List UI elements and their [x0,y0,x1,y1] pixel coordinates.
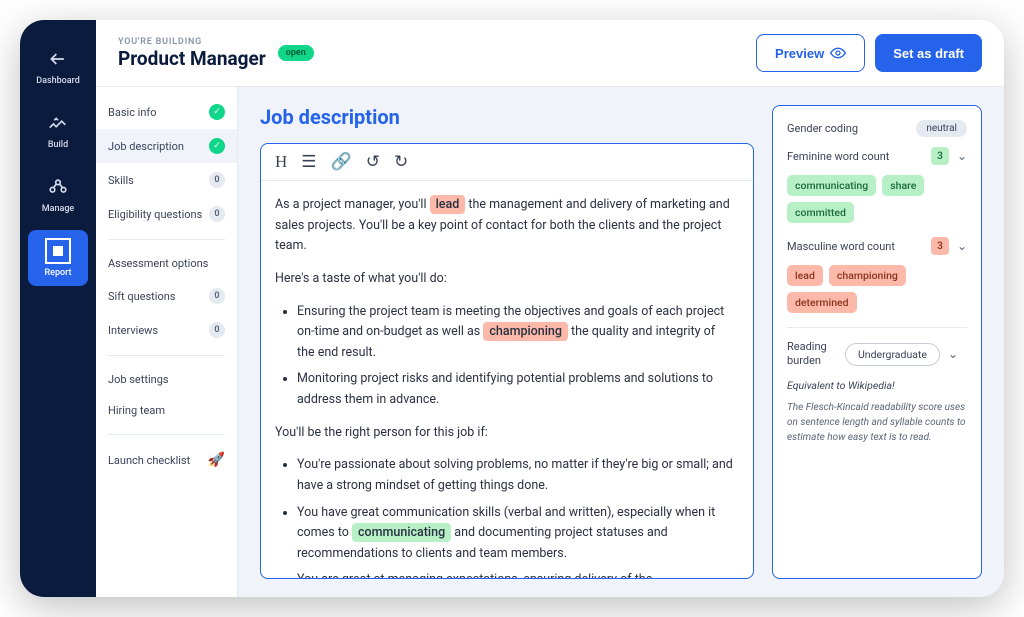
nav-label: Dashboard [36,76,80,86]
step-basic-info[interactable]: Basic info ✓ [96,95,237,129]
step-label: Eligibility questions [108,208,202,221]
check-icon: ✓ [209,104,225,120]
button-label: Preview [775,46,824,61]
nav-dashboard[interactable]: Dashboard [28,38,88,94]
side-navigation: Dashboard Build Manage Report [20,20,96,597]
step-job-description[interactable]: Job description ✓ [96,129,237,163]
undo-tool[interactable]: ↺ [366,152,380,172]
word-tag: share [882,175,924,196]
highlight-masculine: championing [483,322,568,341]
divider [108,434,225,435]
editor-content[interactable]: As a project manager, you'll lead the ma… [261,181,753,578]
divider [787,327,967,328]
step-label: Assessment options [108,257,208,270]
feminine-tags: communicating share committed [787,175,967,223]
nav-label: Build [48,140,68,150]
nav-manage[interactable]: Manage [28,166,88,222]
word-tag: championing [829,265,906,286]
count-badge: 0 [209,206,225,222]
text: You are great at managing expectations, … [297,570,733,578]
step-launch[interactable]: Launch checklist 🚀 [96,443,237,477]
feminine-count-value: 3 [931,147,949,165]
redo-tool[interactable]: ↻ [394,152,408,172]
people-icon [45,174,71,200]
chevron-down-icon[interactable]: ⌄ [957,149,967,163]
masculine-count-label: Masculine word count [787,240,923,253]
text: As a project manager, you'll [275,197,430,212]
masculine-count-value: 3 [931,237,949,255]
highlight-masculine: lead [430,195,466,214]
reading-burden-value: Undergraduate [845,343,940,366]
step-hiring-team[interactable]: Hiring team [96,395,237,426]
reading-note: Equivalent to Wikipedia! [787,379,967,392]
step-label: Job settings [108,373,169,386]
preview-button[interactable]: Preview [756,34,865,72]
rocket-icon: 🚀 [208,452,225,468]
step-eligibility[interactable]: Eligibility questions 0 [96,197,237,231]
reading-description: The Flesch-Kincaid readability score use… [787,400,967,445]
eyebrow-text: YOU'RE BUILDING [118,37,266,47]
status-badge: open [278,45,314,61]
step-label: Launch checklist [108,454,190,467]
step-interviews[interactable]: Interviews 0 [96,313,237,347]
heading-tool[interactable]: H [275,152,287,172]
count-badge: 0 [209,322,225,338]
chevron-down-icon[interactable]: ⌄ [957,239,967,253]
gender-coding-label: Gender coding [787,122,908,135]
step-job-settings[interactable]: Job settings [96,364,237,395]
analysis-panel: Gender coding neutral Feminine word coun… [772,105,982,579]
count-badge: 0 [209,288,225,304]
nav-label: Report [44,268,71,278]
set-as-draft-button[interactable]: Set as draft [875,34,982,72]
editor-container: H ☰ 🔗 ↺ ↻ As a project manager, you'll l… [260,143,754,579]
back-arrow-icon [45,46,71,72]
divider [108,239,225,240]
count-badge: 0 [209,172,225,188]
chevron-down-icon[interactable]: ⌄ [948,347,958,361]
word-tag: communicating [787,175,876,196]
text: Monitoring project risks and identifying… [297,369,733,410]
step-skills[interactable]: Skills 0 [96,163,237,197]
reading-burden-label: Reading burden [787,340,837,369]
top-bar: YOU'RE BUILDING Product Manager open Pre… [96,20,1004,87]
highlight-feminine: communicating [352,523,451,542]
step-label: Interviews [108,324,158,337]
divider [108,355,225,356]
steps-sidebar: Basic info ✓ Job description ✓ Skills 0 … [96,87,238,597]
step-label: Skills [108,174,134,187]
build-icon [45,110,71,136]
page-title: Product Manager [118,47,266,70]
step-sift[interactable]: Sift questions 0 [96,279,237,313]
section-title: Job description [260,105,754,129]
step-label: Sift questions [108,290,175,303]
nav-report[interactable]: Report [28,230,88,286]
eye-icon [830,45,846,61]
nav-label: Manage [42,204,75,214]
editor-toolbar: H ☰ 🔗 ↺ ↻ [261,144,753,181]
link-tool[interactable]: 🔗 [331,152,352,172]
word-tag: committed [787,202,854,223]
report-icon [45,238,71,264]
gender-coding-value: neutral [916,120,967,137]
feminine-count-label: Feminine word count [787,150,923,163]
text: You'll be the right person for this job … [275,423,733,444]
check-icon: ✓ [209,138,225,154]
text: Here's a taste of what you'll do: [275,269,733,290]
step-label: Basic info [108,106,157,119]
word-tag: lead [787,265,823,286]
nav-build[interactable]: Build [28,102,88,158]
word-tag: determined [787,292,857,313]
step-assessment[interactable]: Assessment options [96,248,237,279]
step-label: Job description [108,140,184,153]
text: You're passionate about solving problems… [297,455,733,496]
list-tool[interactable]: ☰ [301,152,316,172]
masculine-tags: lead championing determined [787,265,967,313]
step-label: Hiring team [108,404,165,417]
